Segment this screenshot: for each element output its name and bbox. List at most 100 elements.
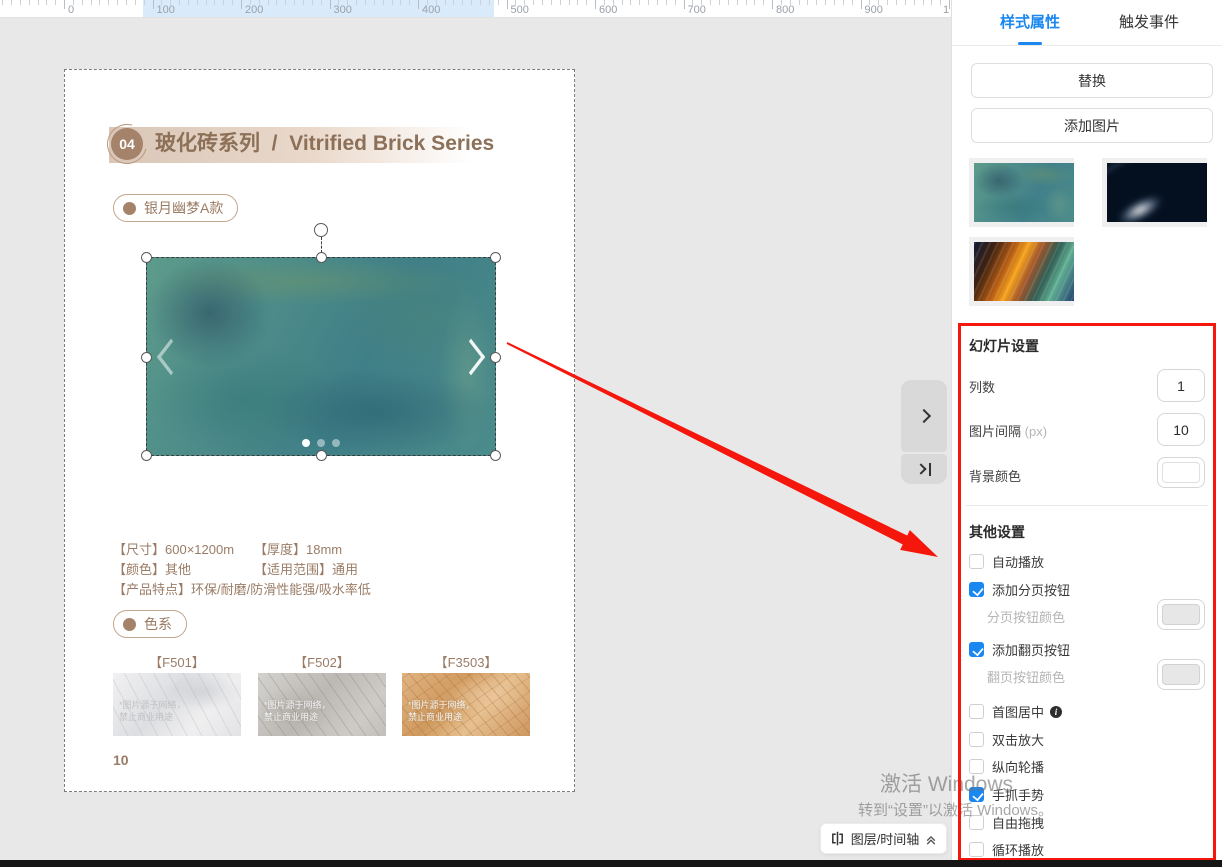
checkbox-checked-icon[interactable] [969, 787, 984, 802]
app-window: 01002003004005006007008009001 04 玻化砖系列 /… [0, 0, 1222, 867]
carousel-dot[interactable] [332, 439, 340, 447]
checkbox-label: 自由拖拽 [992, 813, 1044, 832]
selection-handle-se[interactable] [490, 450, 501, 461]
product-image-f502: *图片源于网络，禁止商业用途 [258, 673, 386, 736]
model-badge: 银月幽梦A款 [113, 194, 238, 222]
layers-timeline-button[interactable]: 图层/时间轴 [820, 823, 947, 854]
checkbox-row-autoplay[interactable]: 自动播放 [969, 552, 1044, 571]
bg-color-label: 背景颜色 [969, 466, 1021, 485]
pagination-color-swatch[interactable] [1157, 599, 1205, 630]
checkbox-label: 自动播放 [992, 552, 1044, 571]
selection-handle-n[interactable] [316, 252, 327, 263]
spec-row: 【产品特点】环保/耐磨/防滑性能强/吸水率低 [113, 580, 371, 600]
last-page-button[interactable] [901, 454, 947, 484]
selection-handle-ne[interactable] [490, 252, 501, 263]
product-specs: 【尺寸】600×1200m 【厚度】18mm 【颜色】其他 【适用范围】通用 【… [113, 540, 371, 600]
carousel-dots[interactable] [147, 439, 495, 447]
checkbox-icon[interactable] [969, 732, 984, 747]
checkbox-row-loop-play[interactable]: 循环播放 [969, 840, 1044, 859]
checkbox-label: 首图居中 [992, 702, 1044, 721]
spec-features: 【产品特点】环保/耐磨/防滑性能强/吸水率低 [113, 580, 371, 600]
other-settings-title: 其他设置 [969, 522, 1025, 542]
canvas-workspace[interactable]: 04 玻化砖系列 / Vitrified Brick Series 银月幽梦A款 [0, 18, 951, 867]
add-image-button[interactable]: 添加图片 [971, 108, 1213, 143]
pagination-color-label: 分页按钮颜色 [987, 607, 1065, 626]
carousel-prev-icon[interactable] [157, 338, 185, 375]
collapse-up-icon [925, 833, 937, 845]
end-bar-icon [929, 463, 931, 476]
checkbox-checked-icon[interactable] [969, 582, 984, 597]
thumbnail-orange-streaks[interactable] [974, 242, 1074, 301]
columns-input[interactable]: 1 [1157, 369, 1205, 402]
image-watermark: *图片源于网络，禁止商业用途 [408, 699, 475, 723]
title-cn: 玻化砖系列 [155, 132, 260, 155]
carousel-next-icon[interactable] [457, 338, 485, 375]
gap-label: 图片间隔 (px) [969, 421, 1047, 440]
replace-button[interactable]: 替换 [971, 63, 1213, 98]
ruler-selection-highlight [143, 0, 494, 18]
thumbnail-card[interactable] [969, 237, 1074, 306]
checkbox-icon[interactable] [969, 704, 984, 719]
color-series-badge: 色系 [113, 610, 187, 638]
chevron-right-icon [917, 409, 931, 423]
top-ruler: 01002003004005006007008009001 [0, 0, 951, 18]
checkbox-row-add-pagination[interactable]: 添加分页按钮 [969, 580, 1070, 599]
artboard-page[interactable]: 04 玻化砖系列 / Vitrified Brick Series 银月幽梦A款 [64, 69, 575, 792]
tab-style-properties[interactable]: 样式属性 [1000, 0, 1060, 46]
thumbnail-teal-texture[interactable] [974, 163, 1074, 222]
bg-color-swatch[interactable] [1157, 457, 1205, 488]
next-page-button[interactable] [901, 380, 947, 452]
spec-size: 【尺寸】600×1200m [113, 540, 254, 560]
info-icon[interactable]: i [1050, 706, 1062, 718]
spec-row: 【颜色】其他 【适用范围】通用 [113, 560, 371, 580]
flip-color-swatch[interactable] [1157, 659, 1205, 690]
checkbox-row-free-drag[interactable]: 自由拖拽 [969, 813, 1044, 832]
thumbnail-card[interactable] [1102, 158, 1207, 227]
model-badge-label: 银月幽梦A款 [144, 198, 223, 218]
checkbox-checked-icon[interactable] [969, 642, 984, 657]
bullet-dot-icon [123, 202, 136, 215]
checkbox-label: 添加分页按钮 [992, 580, 1070, 599]
product-code-f3503: 【F3503】 [402, 652, 530, 671]
checkbox-row-double-click-zoom[interactable]: 双击放大 [969, 730, 1044, 749]
active-tab-underline [1018, 42, 1042, 45]
selection-handle-w[interactable] [141, 352, 152, 363]
checkbox-icon[interactable] [969, 554, 984, 569]
checkbox-row-vertical-loop[interactable]: 纵向轮播 [969, 757, 1044, 776]
checkbox-icon[interactable] [969, 842, 984, 857]
product-code-f502: 【F502】 [258, 652, 386, 671]
spec-row: 【尺寸】600×1200m 【厚度】18mm [113, 540, 371, 560]
checkbox-label: 添加翻页按钮 [992, 640, 1070, 659]
checkbox-label: 双击放大 [992, 730, 1044, 749]
slideshow-settings-title: 幻灯片设置 [969, 336, 1039, 356]
spec-color: 【颜色】其他 [113, 560, 254, 580]
rotation-handle[interactable] [314, 223, 328, 237]
carousel-dot-active[interactable] [302, 439, 310, 447]
chevron-right-icon [915, 463, 926, 474]
selection-handle-e[interactable] [490, 352, 501, 363]
image-carousel[interactable] [146, 257, 496, 456]
selection-handle-s[interactable] [316, 450, 327, 461]
product-image-f501: *图片源于网络，禁止商业用途 [113, 673, 241, 736]
product-code-f501: 【F501】 [113, 652, 241, 671]
tab-trigger-events[interactable]: 触发事件 [1119, 0, 1179, 46]
checkbox-icon[interactable] [969, 759, 984, 774]
gap-input[interactable]: 10 [1157, 413, 1205, 446]
gap-unit: (px) [1025, 424, 1047, 439]
columns-label: 列数 [969, 377, 995, 396]
carousel-dot[interactable] [317, 439, 325, 447]
checkbox-icon[interactable] [969, 815, 984, 830]
thumbnail-card[interactable] [969, 158, 1074, 227]
checkbox-row-first-centered[interactable]: 首图居中 i [969, 702, 1062, 721]
spec-scope: 【适用范围】通用 [254, 560, 358, 580]
selection-handle-sw[interactable] [141, 450, 152, 461]
layers-timeline-icon [830, 831, 845, 846]
thumbnail-blue-light-swirl[interactable] [1107, 163, 1207, 222]
checkbox-row-add-flip[interactable]: 添加翻页按钮 [969, 640, 1070, 659]
properties-panel: 样式属性 触发事件 替换 添加图片 幻灯片设置 列数 1 图片间隔 (px) 1… [951, 0, 1222, 867]
page-title: 玻化砖系列 / Vitrified Brick Series [155, 128, 494, 160]
checkbox-label: 纵向轮播 [992, 757, 1044, 776]
checkbox-row-hand-gesture[interactable]: 手抓手势 [969, 785, 1044, 804]
rotation-stem [321, 237, 322, 253]
selection-handle-nw[interactable] [141, 252, 152, 263]
